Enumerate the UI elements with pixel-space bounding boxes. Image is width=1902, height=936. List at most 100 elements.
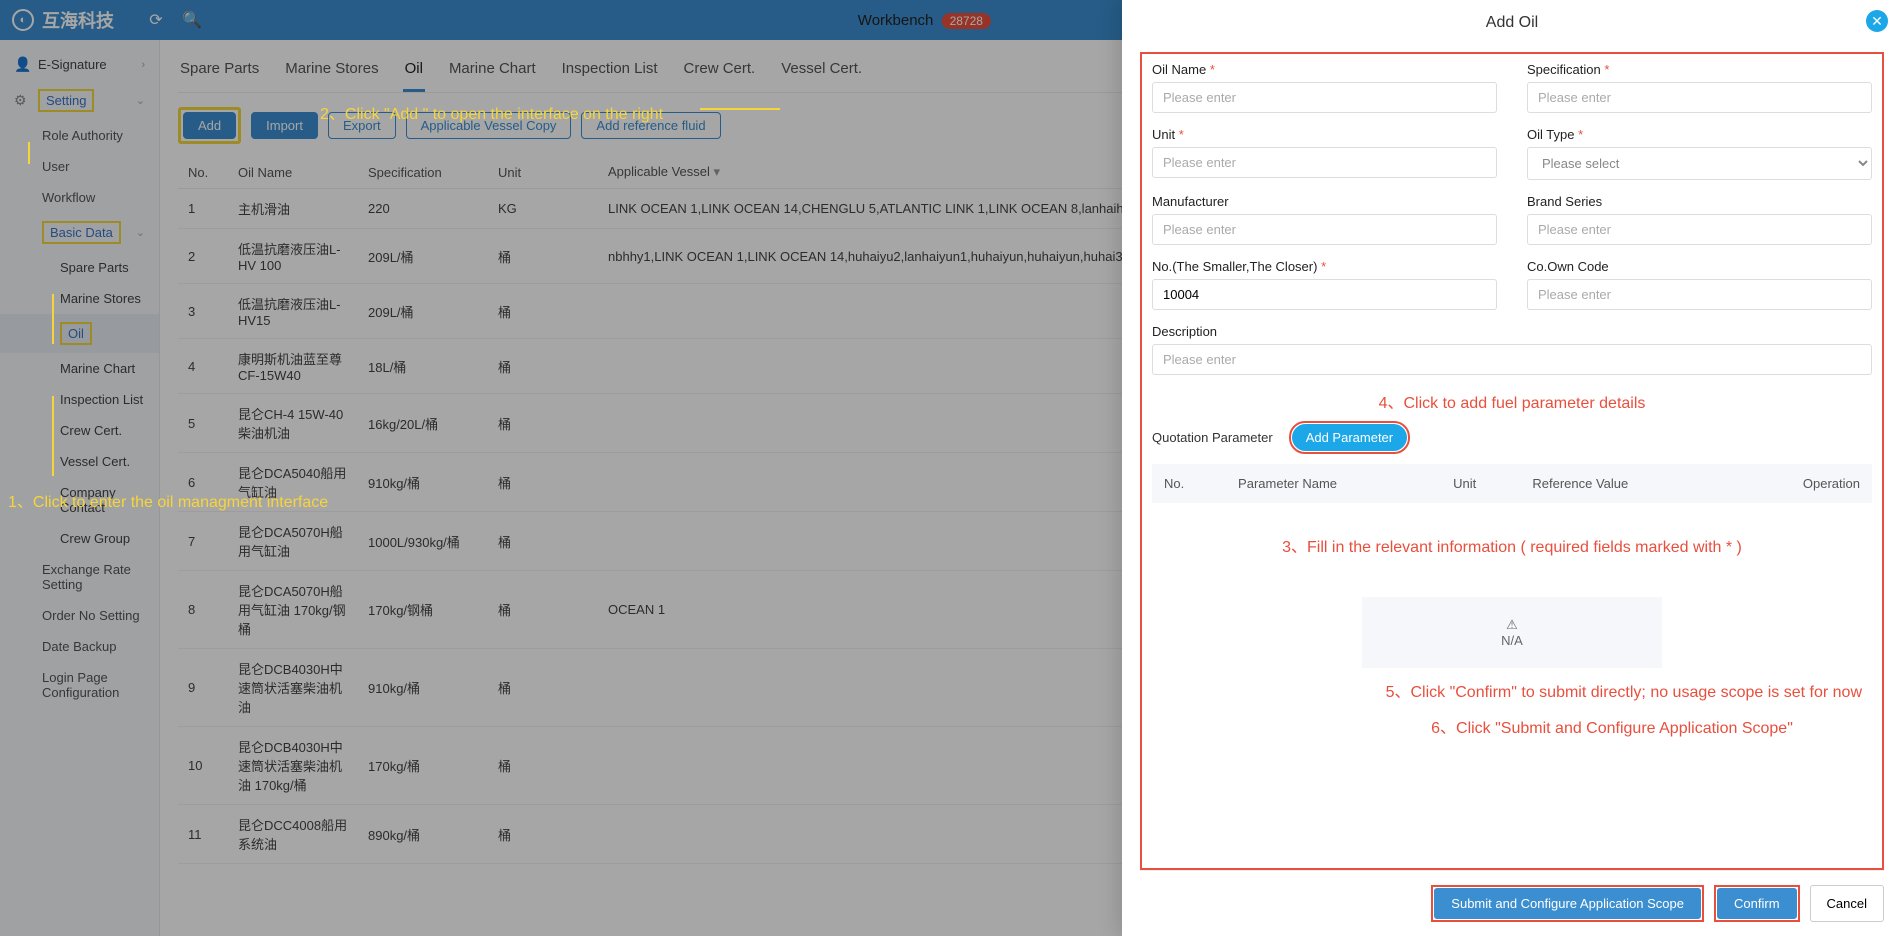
add-button[interactable]: Add: [183, 112, 236, 139]
th-no: No.: [178, 156, 228, 189]
select-oil-type[interactable]: Please select: [1527, 147, 1872, 180]
input-unit[interactable]: [1152, 147, 1497, 178]
input-no[interactable]: [1152, 279, 1497, 310]
cell-spec: 209L/桶: [358, 229, 488, 284]
input-description[interactable]: [1152, 344, 1872, 375]
tab-marine-chart[interactable]: Marine Chart: [447, 54, 538, 92]
parameter-table: No. Parameter Name Unit Reference Value …: [1152, 464, 1872, 503]
cell-name: 昆仑DCA5070H船用气缸油 170kg/钢桶: [228, 571, 358, 649]
annotation-6: 6、Click "Submit and Configure Applicatio…: [1352, 714, 1872, 738]
tab-marine-stores[interactable]: Marine Stores: [283, 54, 380, 92]
cell-no: 2: [178, 229, 228, 284]
label-oil-type: Oil Type *: [1527, 127, 1872, 142]
sidebar-item-login-page[interactable]: Login Page Configuration: [0, 662, 159, 708]
annotation-5: 5、Click "Confirm" to submit directly; no…: [1152, 678, 1862, 702]
label-unit: Unit *: [1152, 127, 1497, 142]
sidebar-item-user[interactable]: User: [0, 151, 159, 182]
cell-no: 3: [178, 284, 228, 339]
pth-op: Operation: [1732, 466, 1870, 501]
cell-spec: 18L/桶: [358, 339, 488, 394]
label-quotation-param: Quotation Parameter: [1152, 430, 1273, 445]
sidebar-item-basic-data[interactable]: Basic Data⌄: [0, 213, 159, 252]
cell-unit: 桶: [488, 394, 598, 453]
sidebar-item-spare-parts[interactable]: Spare Parts: [0, 252, 159, 283]
cancel-button[interactable]: Cancel: [1810, 885, 1884, 922]
sidebar-item-company-contact[interactable]: Company Contact: [0, 477, 159, 523]
th-name: Oil Name: [228, 156, 358, 189]
pth-ref: Reference Value: [1522, 466, 1730, 501]
cell-unit: 桶: [488, 229, 598, 284]
input-brand-series[interactable]: [1527, 214, 1872, 245]
person-icon: 👤: [14, 56, 30, 73]
cell-name: 主机滑油: [228, 189, 358, 229]
sidebar-item-order-no[interactable]: Order No Setting: [0, 600, 159, 631]
cell-no: 5: [178, 394, 228, 453]
cell-spec: 890kg/桶: [358, 805, 488, 864]
sidebar-item-marine-stores[interactable]: Marine Stores: [0, 283, 159, 314]
tab-spare-parts[interactable]: Spare Parts: [178, 54, 261, 92]
cell-name: 昆仑DCB4030H中速筒状活塞柴油机油 170kg/桶: [228, 727, 358, 805]
cell-no: 1: [178, 189, 228, 229]
sidebar-item-crew-cert[interactable]: Crew Cert.: [0, 415, 159, 446]
input-manufacturer[interactable]: [1152, 214, 1497, 245]
close-icon[interactable]: ✕: [1866, 10, 1888, 32]
cell-spec: 16kg/20L/桶: [358, 394, 488, 453]
input-own-code[interactable]: [1527, 279, 1872, 310]
cell-name: 昆仑DCC4008船用系统油: [228, 805, 358, 864]
input-specification[interactable]: [1527, 82, 1872, 113]
cell-spec: 170kg/桶: [358, 727, 488, 805]
pth-unit: Unit: [1443, 466, 1520, 501]
cell-no: 9: [178, 649, 228, 727]
label-manufacturer: Manufacturer: [1152, 194, 1497, 209]
cell-unit: 桶: [488, 284, 598, 339]
brand: 互海科技: [42, 7, 114, 33]
panel-title: Add Oil ✕: [1140, 14, 1884, 32]
import-button[interactable]: Import: [251, 112, 318, 139]
sidebar-item-vessel-cert[interactable]: Vessel Cert.: [0, 446, 159, 477]
chevron-down-icon: ⌄: [136, 226, 145, 239]
sidebar-item-crew-group[interactable]: Crew Group: [0, 523, 159, 554]
input-oil-name[interactable]: [1152, 82, 1497, 113]
sidebar: 👤E-Signature› ⚙Setting⌄ Role Authority U…: [0, 40, 160, 936]
chevron-down-icon: ⌄: [136, 94, 145, 107]
sidebar-item-role-authority[interactable]: Role Authority: [0, 120, 159, 151]
add-parameter-button[interactable]: Add Parameter: [1292, 424, 1407, 451]
cell-name: 低温抗磨液压油L-HV 100: [228, 229, 358, 284]
sidebar-item-date-backup[interactable]: Date Backup: [0, 631, 159, 662]
sidebar-item-workflow[interactable]: Workflow: [0, 182, 159, 213]
chevron-right-icon: ›: [141, 59, 145, 71]
label-oil-name: Oil Name *: [1152, 62, 1497, 77]
cell-no: 6: [178, 453, 228, 512]
vessel-copy-button[interactable]: Applicable Vessel Copy: [406, 112, 572, 139]
workbench-label[interactable]: Workbench 28728: [858, 12, 991, 29]
label-description: Description: [1152, 324, 1872, 339]
tab-vessel-cert[interactable]: Vessel Cert.: [779, 54, 864, 92]
logo-icon: ◐: [12, 9, 34, 31]
tab-oil[interactable]: Oil: [403, 54, 425, 92]
sidebar-item-oil[interactable]: Oil: [0, 314, 159, 353]
ref-fluid-button[interactable]: Add reference fluid: [581, 112, 720, 139]
sidebar-item-inspection-list[interactable]: Inspection List: [0, 384, 159, 415]
confirm-button[interactable]: Confirm: [1717, 888, 1797, 919]
cell-name: 康明斯机油蓝至尊CF-15W40: [228, 339, 358, 394]
annotation-4: 4、Click to add fuel parameter details: [1152, 389, 1872, 413]
cell-no: 4: [178, 339, 228, 394]
panel-footer: Submit and Configure Application Scope C…: [1140, 870, 1884, 936]
export-button[interactable]: Export: [328, 112, 396, 139]
label-no-closer: No.(The Smaller,The Closer) *: [1152, 259, 1497, 274]
sidebar-item-setting[interactable]: ⚙Setting⌄: [0, 81, 159, 120]
sidebar-item-esignature[interactable]: 👤E-Signature›: [0, 48, 159, 81]
sidebar-item-marine-chart[interactable]: Marine Chart: [0, 353, 159, 384]
sidebar-item-exchange-rate[interactable]: Exchange Rate Setting: [0, 554, 159, 600]
gear-icon: ⚙: [14, 92, 30, 109]
form-area: Oil Name * Specification * Unit * Oil Ty…: [1140, 52, 1884, 870]
label-specification: Specification *: [1527, 62, 1872, 77]
th-spec: Specification: [358, 156, 488, 189]
submit-configure-button[interactable]: Submit and Configure Application Scope: [1434, 888, 1701, 919]
cell-no: 8: [178, 571, 228, 649]
cell-name: 昆仑DCA5070H船用气缸油: [228, 512, 358, 571]
tab-crew-cert[interactable]: Crew Cert.: [682, 54, 758, 92]
back-icon[interactable]: ⟳: [144, 8, 168, 32]
tab-inspection-list[interactable]: Inspection List: [560, 54, 660, 92]
search-icon[interactable]: 🔍: [180, 8, 204, 32]
